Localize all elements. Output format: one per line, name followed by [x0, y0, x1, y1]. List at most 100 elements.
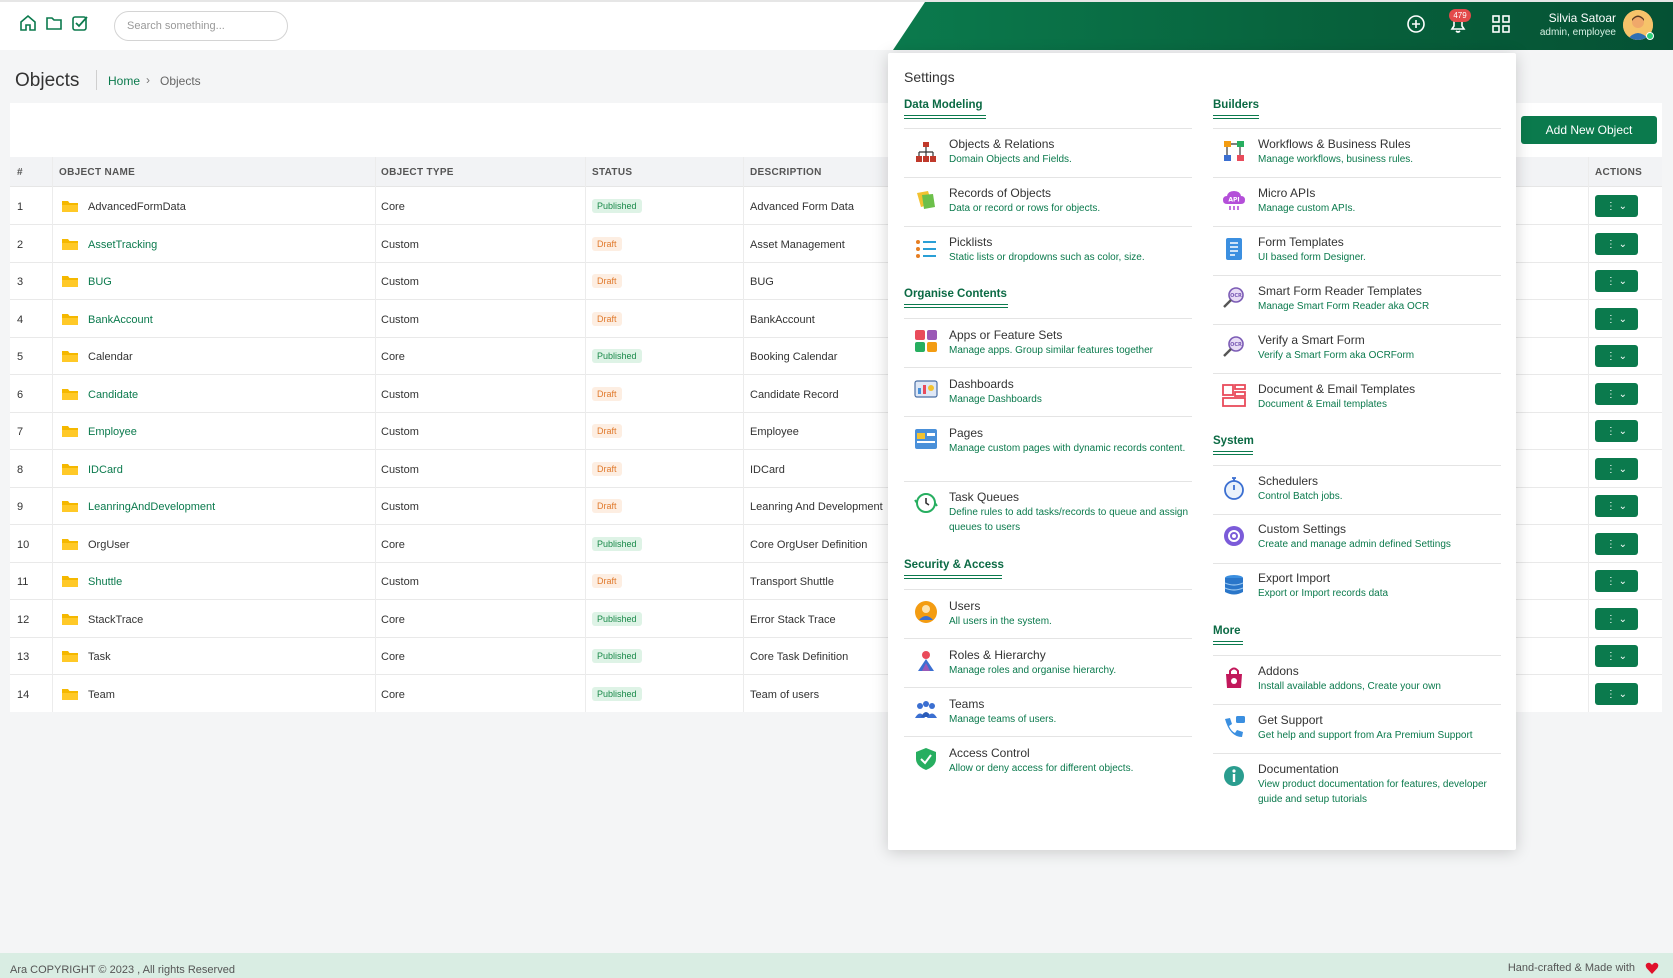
row-actions-dropdown-button[interactable]: ⋮ ⌄: [1595, 645, 1638, 667]
settings-item-title: Micro APIs: [1258, 186, 1316, 200]
hierarchy-icon: [916, 142, 936, 162]
section-underline: [1213, 115, 1259, 116]
svg-text:API: API: [1228, 197, 1239, 204]
row-actions-dropdown-button[interactable]: ⋮ ⌄: [1595, 383, 1638, 405]
object-name-link[interactable]: BUG: [88, 276, 112, 288]
object-name-link[interactable]: BankAccount: [88, 314, 153, 326]
breadcrumb-current: Objects: [160, 74, 201, 88]
settings-item-desc: Document & Email templates: [1258, 399, 1387, 410]
workflow-icon: [1224, 141, 1244, 161]
settings-item-teams[interactable]: [904, 687, 1192, 735]
object-description: Leanring And Development: [750, 501, 883, 513]
object-name-link[interactable]: LeanringAndDevelopment: [88, 501, 215, 513]
status-badge: Published: [592, 612, 642, 626]
object-description: Advanced Form Data: [750, 201, 854, 213]
section-underline: [904, 307, 1008, 308]
add-circle-icon[interactable]: [1404, 12, 1428, 36]
settings-item-desc: Install available addons, Create your ow…: [1258, 681, 1441, 692]
settings-item-title: Dashboards: [949, 377, 1014, 391]
search-input[interactable]: [114, 11, 288, 41]
object-name-link[interactable]: Shuttle: [88, 576, 122, 588]
folder-icon[interactable]: [45, 14, 63, 32]
row-actions-dropdown-button[interactable]: ⋮ ⌄: [1595, 683, 1638, 705]
settings-item-desc: Manage Dashboards: [949, 394, 1042, 405]
settings-item-title: Apps or Feature Sets: [949, 328, 1063, 342]
online-status-dot: [1646, 32, 1654, 40]
object-description: Core Task Definition: [750, 651, 849, 663]
folder-icon: [62, 501, 78, 512]
settings-item-title: Export Import: [1258, 571, 1331, 585]
settings-item-title: Teams: [949, 697, 985, 711]
row-actions-dropdown-button[interactable]: ⋮ ⌄: [1595, 420, 1638, 442]
breadcrumb-home[interactable]: Home: [108, 74, 140, 88]
status-badge: Published: [592, 687, 642, 701]
section-underline: [1213, 641, 1243, 642]
user-role: admin, employee: [1539, 27, 1616, 38]
check-square-icon[interactable]: [71, 14, 89, 32]
dashboard-icon: [914, 380, 938, 398]
folder-icon: [62, 614, 78, 625]
status-badge: Draft: [592, 424, 622, 438]
row-actions-dropdown-button[interactable]: ⋮ ⌄: [1595, 570, 1638, 592]
user-name[interactable]: Silvia Satoar: [1549, 11, 1616, 25]
row-actions-dropdown-button[interactable]: ⋮ ⌄: [1595, 608, 1638, 630]
folder-icon: [62, 351, 78, 362]
settings-item-apps-features[interactable]: [904, 318, 1192, 366]
settings-item-desc: Manage teams of users.: [949, 714, 1057, 725]
row-number: 8: [17, 464, 24, 476]
object-description: BankAccount: [750, 314, 815, 326]
object-type: Core: [381, 351, 405, 363]
object-name-link[interactable]: StackTrace: [88, 614, 143, 626]
settings-item-dashboards[interactable]: [904, 367, 1192, 415]
object-name-link[interactable]: AssetTracking: [88, 239, 157, 251]
grid-apps-icon[interactable]: [1489, 12, 1513, 36]
object-name-link[interactable]: Team: [88, 689, 115, 701]
column-header-status[interactable]: STATUS: [592, 167, 632, 178]
row-actions-dropdown-button[interactable]: ⋮ ⌄: [1595, 195, 1638, 217]
ocr-search-icon: OCR: [1223, 287, 1244, 308]
settings-item-access-control[interactable]: [904, 736, 1192, 784]
section-underline: [1213, 451, 1253, 452]
row-actions-dropdown-button[interactable]: ⋮ ⌄: [1595, 270, 1638, 292]
column-header-object-name[interactable]: OBJECT NAME: [59, 167, 135, 178]
object-name-link[interactable]: IDCard: [88, 464, 123, 476]
home-icon[interactable]: [19, 14, 37, 32]
object-description: Employee: [750, 426, 799, 438]
column-header-description[interactable]: DESCRIPTION: [750, 167, 822, 178]
settings-item-roles[interactable]: [904, 638, 1192, 686]
row-actions-dropdown-button[interactable]: ⋮ ⌄: [1595, 308, 1638, 330]
column-header-object-type[interactable]: OBJECT TYPE: [381, 167, 454, 178]
column-divider: [743, 157, 744, 712]
stopwatch-icon: [1224, 477, 1244, 500]
settings-item-desc: Domain Objects and Fields.: [949, 154, 1072, 165]
object-name-link[interactable]: OrgUser: [88, 539, 130, 551]
settings-item-desc: Manage custom pages with dynamic records…: [949, 443, 1186, 454]
row-actions-dropdown-button[interactable]: ⋮ ⌄: [1595, 495, 1638, 517]
row-number: 4: [17, 314, 24, 326]
object-name-link[interactable]: Candidate: [88, 389, 138, 401]
addons-bag-icon: [1226, 667, 1242, 688]
add-new-object-button[interactable]: Add New Object: [1521, 116, 1657, 144]
status-badge: Published: [592, 349, 642, 363]
row-actions-dropdown-button[interactable]: ⋮ ⌄: [1595, 533, 1638, 555]
section-underline: [904, 575, 1002, 576]
column-divider: [375, 157, 376, 712]
object-description: Error Stack Trace: [750, 614, 836, 626]
row-actions-dropdown-button[interactable]: ⋮ ⌄: [1595, 458, 1638, 480]
object-name-link[interactable]: Calendar: [88, 351, 133, 363]
row-number: 13: [17, 651, 30, 663]
row-actions-dropdown-button[interactable]: ⋮ ⌄: [1595, 345, 1638, 367]
settings-item-users[interactable]: [904, 589, 1192, 637]
status-badge: Draft: [592, 462, 622, 476]
row-actions-dropdown-button[interactable]: ⋮ ⌄: [1595, 233, 1638, 255]
object-name-link[interactable]: Task: [88, 651, 111, 663]
object-description: Core OrgUser Definition: [750, 539, 868, 551]
object-name-link[interactable]: Employee: [88, 426, 137, 438]
object-name-link[interactable]: AdvancedFormData: [88, 201, 186, 213]
database-icon: [1224, 575, 1244, 595]
row-number: 3: [17, 276, 24, 288]
form-icon: [1226, 238, 1242, 260]
list-icon: [916, 240, 936, 258]
settings-item-title: Schedulers: [1258, 474, 1319, 488]
object-description: Team of users: [750, 689, 820, 701]
